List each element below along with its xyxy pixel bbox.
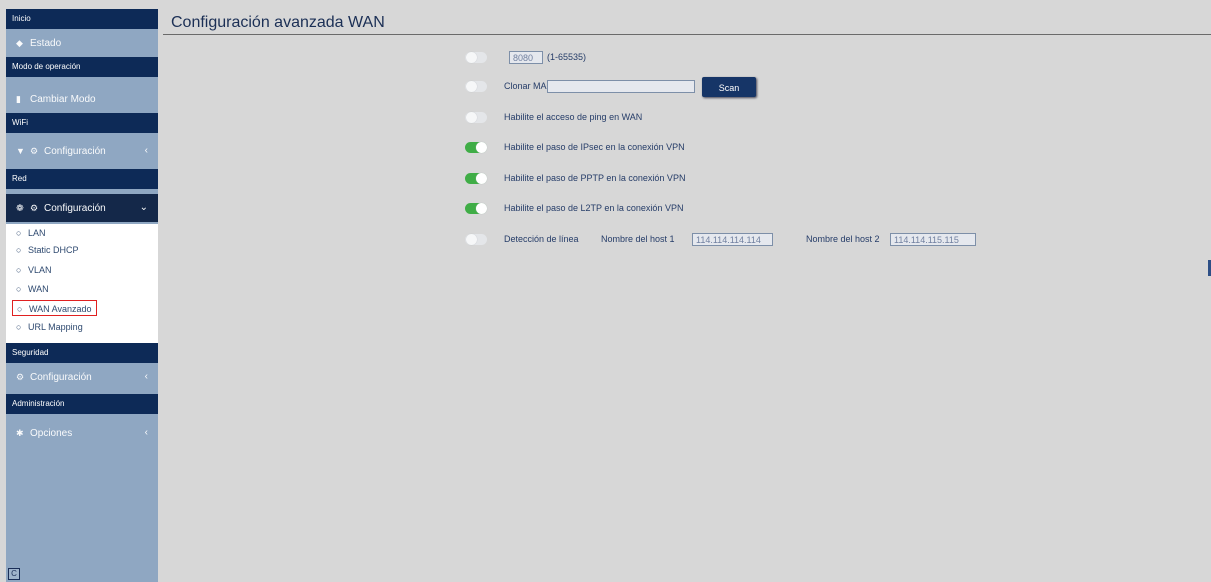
- host1-input[interactable]: [692, 233, 773, 246]
- title-divider: [163, 34, 1211, 35]
- clone-mac-toggle[interactable]: [465, 81, 487, 92]
- chevron-left-icon: ‹: [144, 145, 148, 156]
- sidebar-item-label: Configuración: [44, 203, 106, 214]
- toggle-knob: [466, 81, 477, 92]
- clone-mac-label: Clonar MAC: [504, 81, 554, 91]
- ping-wan-toggle[interactable]: [465, 112, 487, 123]
- pptp-toggle[interactable]: [465, 173, 487, 184]
- submenu-item-static-dhcp[interactable]: ○ Static DHCP: [12, 242, 83, 258]
- circle-icon: ○: [16, 265, 22, 275]
- submenu-item-label: URL Mapping: [28, 322, 83, 332]
- line-detect-label: Detección de línea: [504, 234, 579, 244]
- chevron-down-icon: ⌄: [139, 202, 148, 213]
- toggle-knob: [466, 112, 477, 123]
- home-icon: ◆: [16, 38, 23, 48]
- section-header-seguridad: Seguridad: [6, 343, 158, 363]
- section-header-wifi: WiFi: [6, 113, 158, 133]
- section-header-inicio: Inicio: [6, 9, 158, 29]
- submenu-item-label: WAN: [28, 284, 49, 294]
- circle-icon: ○: [16, 228, 22, 238]
- pptp-label: Habilite el paso de PPTP en la conexión …: [504, 173, 686, 183]
- submenu-item-url-mapping[interactable]: ○ URL Mapping: [12, 319, 87, 335]
- l2tp-label: Habilite el paso de L2TP en la conexión …: [504, 203, 684, 213]
- ipsec-label: Habilite el paso de IPsec en la conexión…: [504, 142, 685, 152]
- host2-input[interactable]: [890, 233, 976, 246]
- toggle-knob: [476, 203, 487, 214]
- circle-icon: ○: [16, 322, 22, 332]
- sidebar-item-wifi-configuracion[interactable]: ▼ ⚙ Configuración ‹: [6, 137, 158, 165]
- port-toggle[interactable]: [465, 52, 487, 63]
- sidebar-item-label: Cambiar Modo: [30, 94, 96, 105]
- red-submenu: ○ LAN ○ Static DHCP ○ VLAN ○ WAN ○ WAN Avanza…: [6, 224, 158, 348]
- submenu-item-wan[interactable]: ○ WAN: [12, 281, 53, 297]
- sidebar-item-label: Configuración: [44, 146, 106, 157]
- submenu-item-label: VLAN: [28, 265, 52, 275]
- sidebar-item-label: Opciones: [30, 428, 73, 439]
- circle-icon: ○: [16, 245, 22, 255]
- ping-wan-label: Habilite el acceso de ping en WAN: [504, 112, 643, 122]
- line-detect-toggle[interactable]: [465, 234, 487, 245]
- section-header-modo: Modo de operación: [6, 57, 158, 77]
- l2tp-toggle[interactable]: [465, 203, 487, 214]
- gear-icon: ⚙: [16, 372, 25, 382]
- submenu-item-label: Static DHCP: [28, 245, 79, 255]
- port-range-label: (1-65535): [547, 52, 587, 62]
- submenu-item-lan[interactable]: ○ LAN: [12, 225, 50, 241]
- sidebar-item-red-configuracion[interactable]: ❁ ⚙ Configuración ⌄: [6, 194, 158, 222]
- circle-icon: ○: [16, 284, 22, 294]
- page-title: Configuración avanzada WAN: [171, 14, 385, 31]
- chevron-left-icon: ‹: [144, 371, 148, 382]
- toggle-knob: [466, 52, 477, 63]
- sidebar-item-label: Estado: [30, 38, 62, 49]
- sidebar: Inicio ◆ Estado Modo de operación ▮ Cambia…: [6, 9, 158, 582]
- host2-label: Nombre del host 2: [806, 234, 880, 244]
- submenu-item-vlan[interactable]: ○ VLAN: [12, 262, 56, 278]
- section-header-admin: Administración: [6, 394, 158, 414]
- scan-button[interactable]: Scan: [702, 77, 756, 97]
- gear-icon: ⚙: [30, 146, 39, 156]
- collapse-icon[interactable]: C: [8, 568, 20, 580]
- sidebar-item-cambiar-modo[interactable]: ▮ Cambiar Modo: [6, 85, 158, 113]
- submenu-item-wan-avanzado[interactable]: ○ WAN Avanzado: [12, 300, 97, 316]
- toggle-knob: [466, 234, 477, 245]
- port-input[interactable]: [509, 51, 543, 64]
- sidebar-item-opciones[interactable]: ✱ Opciones ‹: [6, 419, 158, 447]
- circle-icon: ○: [17, 304, 23, 314]
- section-header-red: Red: [6, 169, 158, 189]
- clone-mac-input[interactable]: [547, 80, 695, 93]
- toggle-knob: [476, 173, 487, 184]
- host1-label: Nombre del host 1: [601, 234, 675, 244]
- ipsec-toggle[interactable]: [465, 142, 487, 153]
- sidebar-item-seguridad-configuracion[interactable]: ⚙ Configuración ‹: [6, 363, 158, 391]
- wifi-icon: ▼: [16, 146, 25, 156]
- cog-icon: ✱: [16, 428, 24, 438]
- submenu-item-label: WAN Avanzado: [29, 304, 92, 314]
- sidebar-item-estado[interactable]: ◆ Estado: [6, 29, 158, 57]
- toggle-knob: [476, 142, 487, 153]
- sidebar-item-label: Configuración: [30, 372, 92, 383]
- submenu-item-label: LAN: [28, 228, 46, 238]
- gear-icon: ⚙: [30, 203, 39, 213]
- network-icon: ❁: [16, 203, 24, 213]
- mode-icon: ▮: [16, 94, 21, 104]
- chevron-left-icon: ‹: [144, 427, 148, 438]
